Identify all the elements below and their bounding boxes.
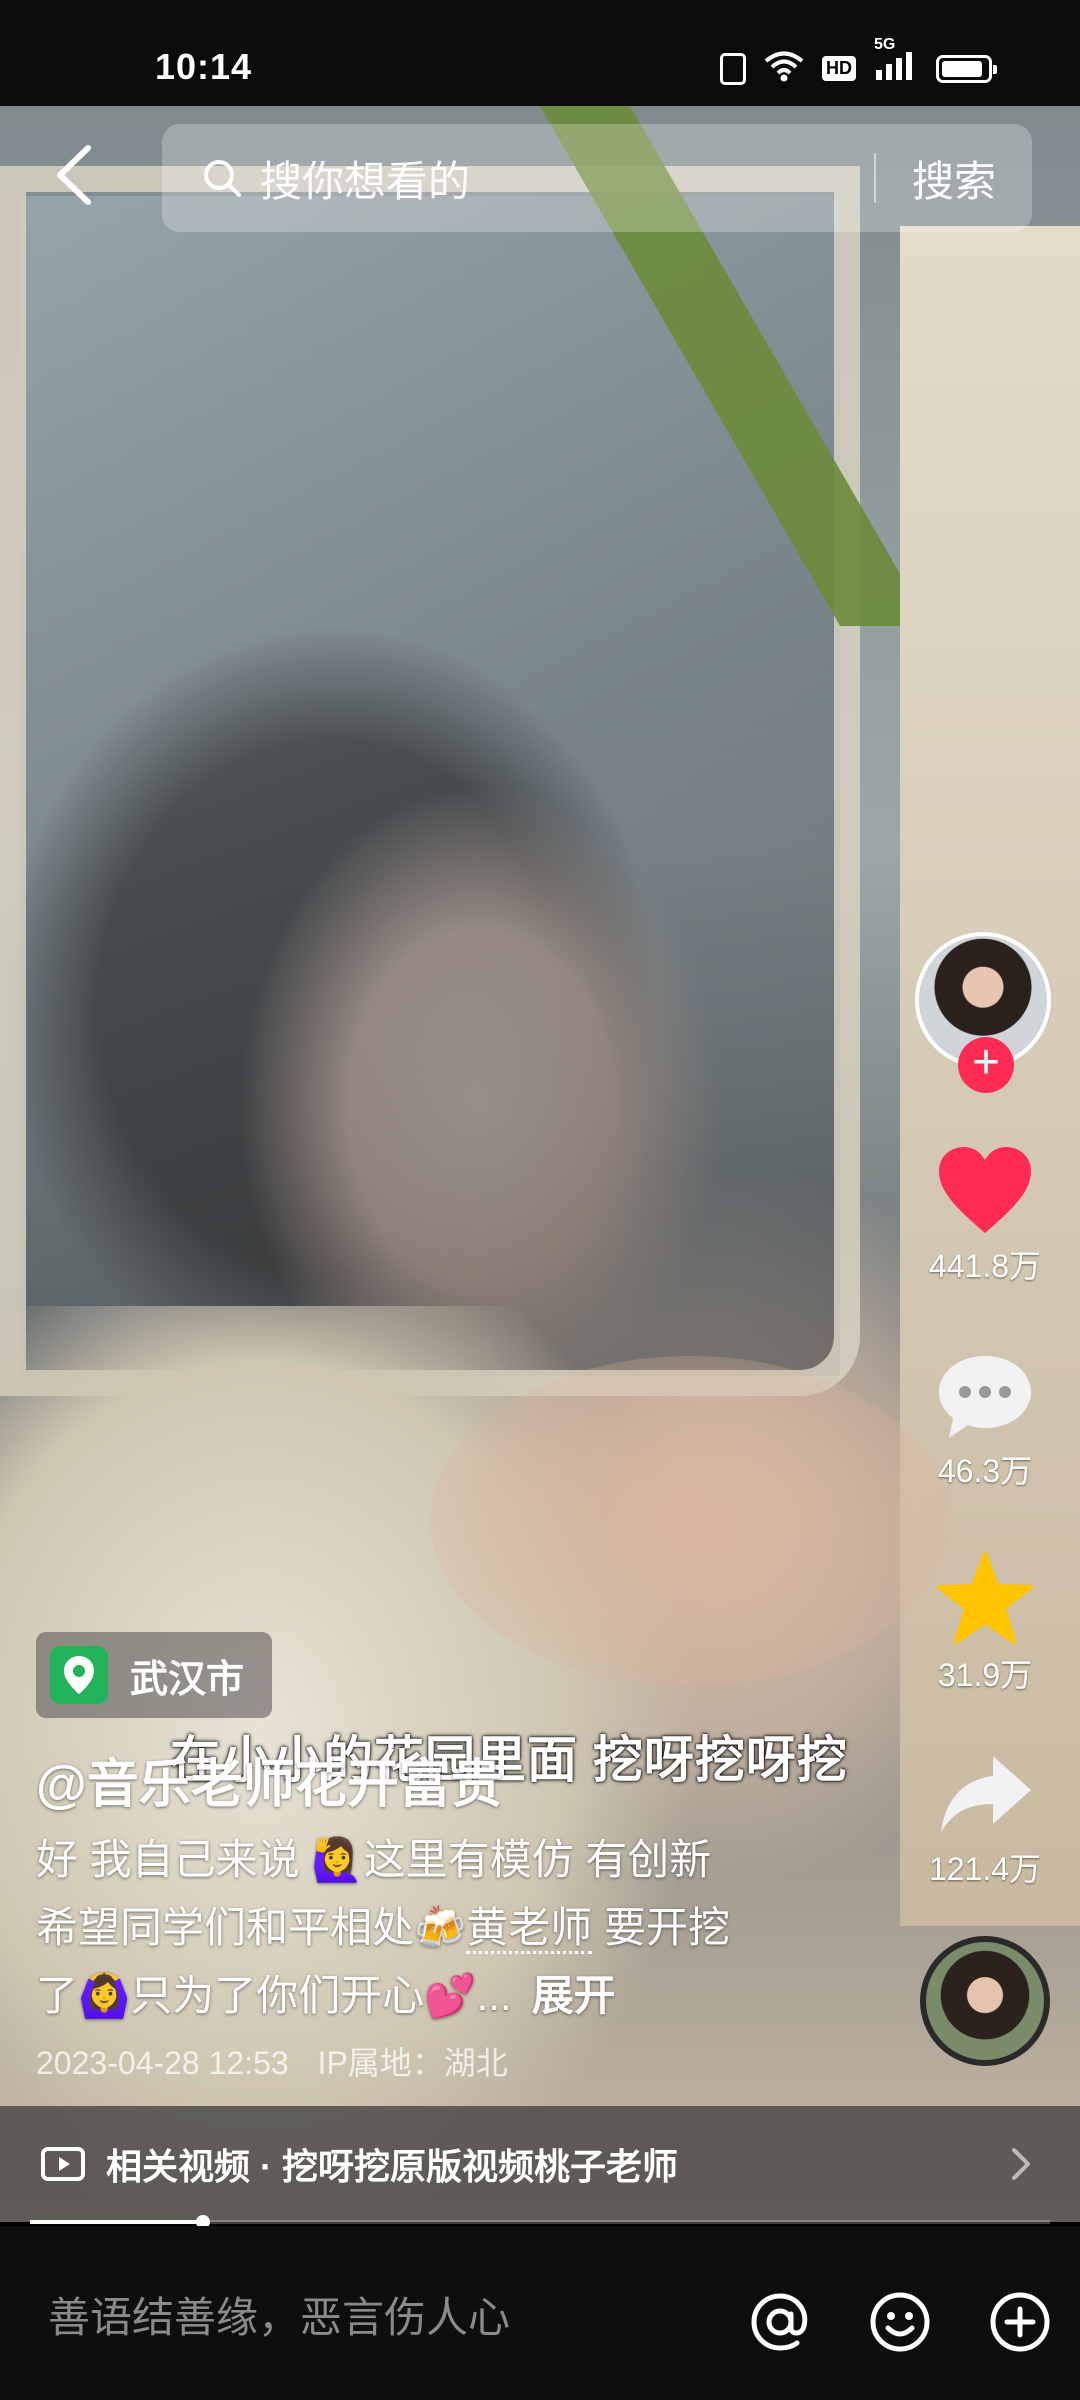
heart-icon <box>939 1147 1031 1233</box>
search-bar[interactable]: 搜你想看的 搜索 <box>162 124 1032 232</box>
related-video-label: 相关视频 · 挖呀挖原版视频桃子老师 <box>106 2146 678 2187</box>
post-description: 好 我自己来说 🙋‍♀️这里有模仿 有创新 希望同学们和平相处🍻黄老师 要开挖 … <box>36 1826 796 2030</box>
ip-location: IP属地：湖北 <box>317 2045 508 2081</box>
expand-button[interactable]: 展开 <box>532 1972 616 2019</box>
location-label: 武汉市 <box>130 1658 245 1701</box>
comment-icon <box>939 1356 1031 1438</box>
location-tag[interactable]: 武汉市 <box>36 1632 273 1718</box>
video-icon <box>41 2147 85 2181</box>
back-button[interactable] <box>50 140 100 210</box>
add-icon[interactable] <box>986 2288 1054 2356</box>
star-icon <box>937 1552 1033 1644</box>
desc-line-3-text: 了🙆‍♀️只为了你们开心💕... <box>36 1972 512 2019</box>
chevron-left-icon <box>57 145 91 205</box>
post-meta: 2023-04-28 12:53 IP属地：湖北 <box>36 2038 508 2084</box>
share-button[interactable]: 121.4万 <box>905 1750 1065 1890</box>
signal-icon: 5G <box>874 36 918 87</box>
author-name[interactable]: @音乐老师花开富贵 <box>36 1742 503 1817</box>
vibrate-icon <box>720 52 746 85</box>
share-count: 121.4万 <box>928 1851 1042 1887</box>
chevron-right-icon <box>1012 2148 1030 2180</box>
favorite-button[interactable]: 31.9万 <box>905 1550 1065 1696</box>
video-progress-bar[interactable] <box>30 2215 1050 2229</box>
search-icon <box>204 160 241 197</box>
emoji-icon[interactable] <box>866 2288 934 2356</box>
status-bar: 10:14 HD 5G <box>0 0 1080 106</box>
search-button[interactable]: 搜索 <box>912 148 996 209</box>
follow-button[interactable]: + <box>958 1037 1014 1093</box>
share-icon <box>941 1756 1031 1832</box>
comment-button[interactable]: 46.3万 <box>905 1352 1065 1492</box>
status-time: 10:14 <box>155 46 253 87</box>
location-pin-icon <box>50 1646 108 1704</box>
related-video-bar[interactable]: 相关视频 · 挖呀挖原版视频桃子老师 <box>0 2106 1080 2222</box>
desc-line-2: 希望同学们和平相处🍻黄老师 要开挖 <box>36 1894 796 1962</box>
post-timestamp: 2023-04-28 12:53 <box>36 2045 289 2081</box>
comment-count: 46.3万 <box>937 1453 1033 1489</box>
comment-bar: 善语结善缘，恶言伤人心 <box>0 2226 1080 2400</box>
battery-level <box>942 60 982 77</box>
video-progress-fill <box>30 2220 204 2224</box>
music-disc[interactable] <box>920 1936 1050 2066</box>
network-type: 5G <box>874 36 896 53</box>
search-input[interactable]: 搜你想看的 <box>260 148 874 209</box>
status-icons: HD 5G <box>720 36 997 87</box>
wifi-icon <box>764 50 804 87</box>
like-count: 441.8万 <box>928 1248 1042 1284</box>
mention-link[interactable]: 黄老师 <box>466 1904 593 1954</box>
video-hand <box>430 1356 950 1686</box>
desc-line-1: 好 我自己来说 🙋‍♀️这里有模仿 有创新 <box>36 1836 712 1883</box>
mention-icon[interactable] <box>746 2288 814 2356</box>
hd-badge: HD <box>822 56 856 81</box>
desc-line-3: 了🙆‍♀️只为了你们开心💕... 展开 <box>36 1962 796 2030</box>
battery-icon <box>936 54 997 83</box>
comment-input[interactable]: 善语结善缘，恶言伤人心 <box>48 2284 510 2345</box>
desc-line-2-text: 希望同学们和平相处🍻 <box>36 1904 467 1951</box>
search-divider <box>873 153 876 203</box>
like-button[interactable]: 441.8万 <box>905 1145 1065 1287</box>
favorite-count: 31.9万 <box>937 1657 1033 1693</box>
desc-line-2-tail: 要开挖 <box>592 1904 730 1951</box>
